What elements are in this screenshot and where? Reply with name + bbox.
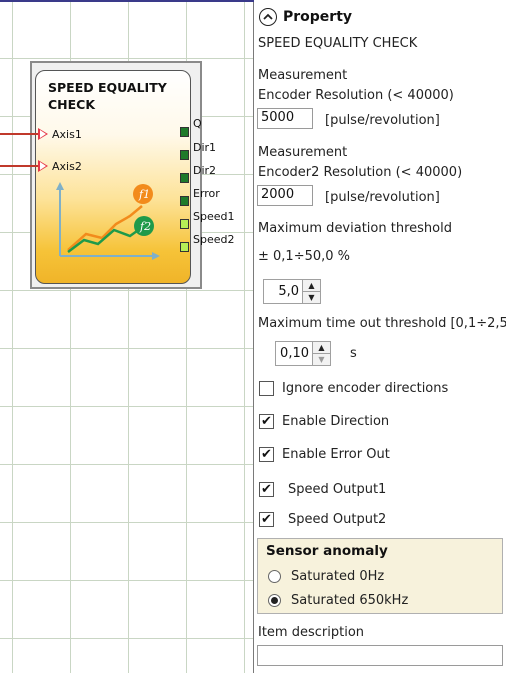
output-label-speed2: Speed2 [193, 233, 235, 246]
logic-canvas[interactable]: SPEED EQUALITY CHECK Axis1 Axis2 Q Dir1 … [0, 0, 254, 673]
output-label-dir1: Dir1 [193, 141, 217, 154]
speed-chart-icon: f1 f2 [56, 182, 160, 260]
output-label-speed1: Speed1 [193, 210, 235, 223]
input-arrow-icon [38, 128, 48, 140]
radio-dot-icon [271, 597, 278, 604]
block-title-line2: CHECK [48, 97, 96, 112]
enable-direction-checkbox[interactable]: ✔ Enable Direction [259, 414, 389, 429]
encoder2-resolution-input[interactable]: 2000 [257, 185, 313, 206]
sensor-anomaly-group: Sensor anomaly Saturated 0Hz Saturated 6… [257, 538, 503, 614]
check-icon[interactable]: ✔ [259, 512, 274, 527]
encoder2-resolution-label: Encoder2 Resolution (< 40000) [258, 165, 463, 180]
encoder2-resolution-unit: [pulse/revolution] [325, 190, 440, 205]
output-port-dir2[interactable] [180, 173, 189, 183]
checkbox-label: Ignore encoder directions [282, 381, 449, 396]
property-header: Property [259, 8, 352, 26]
input-label-axis2: Axis2 [52, 160, 82, 173]
deviation-threshold-value: 5,0 [278, 284, 299, 299]
speed-output2-checkbox[interactable]: ✔ Speed Output2 [259, 512, 386, 527]
output-port-error[interactable] [180, 196, 189, 206]
function-block-title: SPEED EQUALITY CHECK [48, 79, 188, 113]
item-description-input[interactable] [257, 645, 503, 666]
block-title-line1: SPEED EQUALITY [48, 80, 167, 95]
f2-badge-icon: f2 [134, 216, 154, 236]
check-icon[interactable]: ✔ [259, 414, 274, 429]
block-type-label: SPEED EQUALITY CHECK [258, 36, 418, 51]
input-arrow-icon [38, 160, 48, 172]
stepper-buttons: ▲ ▼ [312, 342, 330, 365]
encoder-resolution-input[interactable]: 5000 [257, 108, 313, 129]
radio-saturated-0hz[interactable]: Saturated 0Hz [268, 569, 384, 584]
spin-down-icon[interactable]: ▼ [313, 353, 330, 365]
encoder-resolution-unit: [pulse/revolution] [325, 113, 440, 128]
sensor-anomaly-title: Sensor anomaly [266, 543, 388, 559]
check-icon[interactable]: ✔ [259, 482, 274, 497]
output-port-speed1[interactable] [180, 219, 189, 229]
checkbox-label: Speed Output1 [288, 482, 387, 497]
timeout-threshold-stepper[interactable]: 0,10 ▲ ▼ [275, 341, 331, 366]
canvas-top-border [0, 0, 254, 2]
stepper-buttons: ▲ ▼ [302, 280, 320, 303]
measurement2-label: Measurement [258, 145, 348, 160]
property-panel: Property SPEED EQUALITY CHECK Measuremen… [255, 0, 506, 673]
timeout-unit: s [350, 346, 357, 361]
checkbox-label: Speed Output2 [288, 512, 387, 527]
input-wire [0, 165, 40, 167]
timeout-threshold-value: 0,10 [280, 346, 309, 361]
deviation-threshold-label: Maximum deviation threshold [258, 221, 452, 236]
svg-text:f2: f2 [139, 220, 151, 233]
speed-output1-checkbox[interactable]: ✔ Speed Output1 [259, 482, 386, 497]
output-port-speed2[interactable] [180, 242, 189, 252]
input-port-axis2[interactable] [0, 159, 50, 173]
output-label-error: Error [193, 187, 220, 200]
spin-down-icon[interactable]: ▼ [303, 291, 320, 303]
ignore-encoder-directions-checkbox[interactable]: Ignore encoder directions [259, 381, 448, 396]
output-port-q[interactable] [180, 127, 189, 137]
svg-text:f1: f1 [138, 188, 150, 201]
timeout-threshold-label: Maximum time out threshold [0,1÷2,5s] [258, 316, 506, 331]
radio-label: Saturated 650kHz [291, 593, 409, 608]
encoder-resolution-label: Encoder Resolution (< 40000) [258, 88, 454, 103]
output-label-q: Q [193, 117, 202, 130]
enable-error-out-checkbox[interactable]: ✔ Enable Error Out [259, 447, 390, 462]
spin-up-icon[interactable]: ▲ [313, 342, 330, 353]
radio-saturated-650khz[interactable]: Saturated 650kHz [268, 593, 408, 608]
input-port-axis1[interactable] [0, 127, 50, 141]
input-wire [0, 133, 40, 135]
radio-label: Saturated 0Hz [291, 569, 385, 584]
radio-button[interactable] [268, 570, 281, 583]
item-description-label: Item description [258, 625, 365, 640]
spin-up-icon[interactable]: ▲ [303, 280, 320, 291]
deviation-threshold-stepper[interactable]: 5,0 ▲ ▼ [263, 279, 321, 304]
check-icon[interactable]: ✔ [259, 447, 274, 462]
output-port-dir1[interactable] [180, 150, 189, 160]
f1-badge-icon: f1 [133, 184, 153, 204]
input-label-axis1: Axis1 [52, 128, 82, 141]
collapse-chevron-icon[interactable] [259, 8, 277, 26]
checkbox-box[interactable] [259, 381, 274, 396]
measurement1-label: Measurement [258, 68, 348, 83]
property-title: Property [283, 9, 353, 25]
checkbox-label: Enable Direction [282, 414, 390, 429]
radio-button-selected[interactable] [268, 594, 281, 607]
deviation-range-label: ± 0,1÷50,0 % [258, 249, 351, 264]
checkbox-label: Enable Error Out [282, 447, 390, 462]
output-label-dir2: Dir2 [193, 164, 217, 177]
